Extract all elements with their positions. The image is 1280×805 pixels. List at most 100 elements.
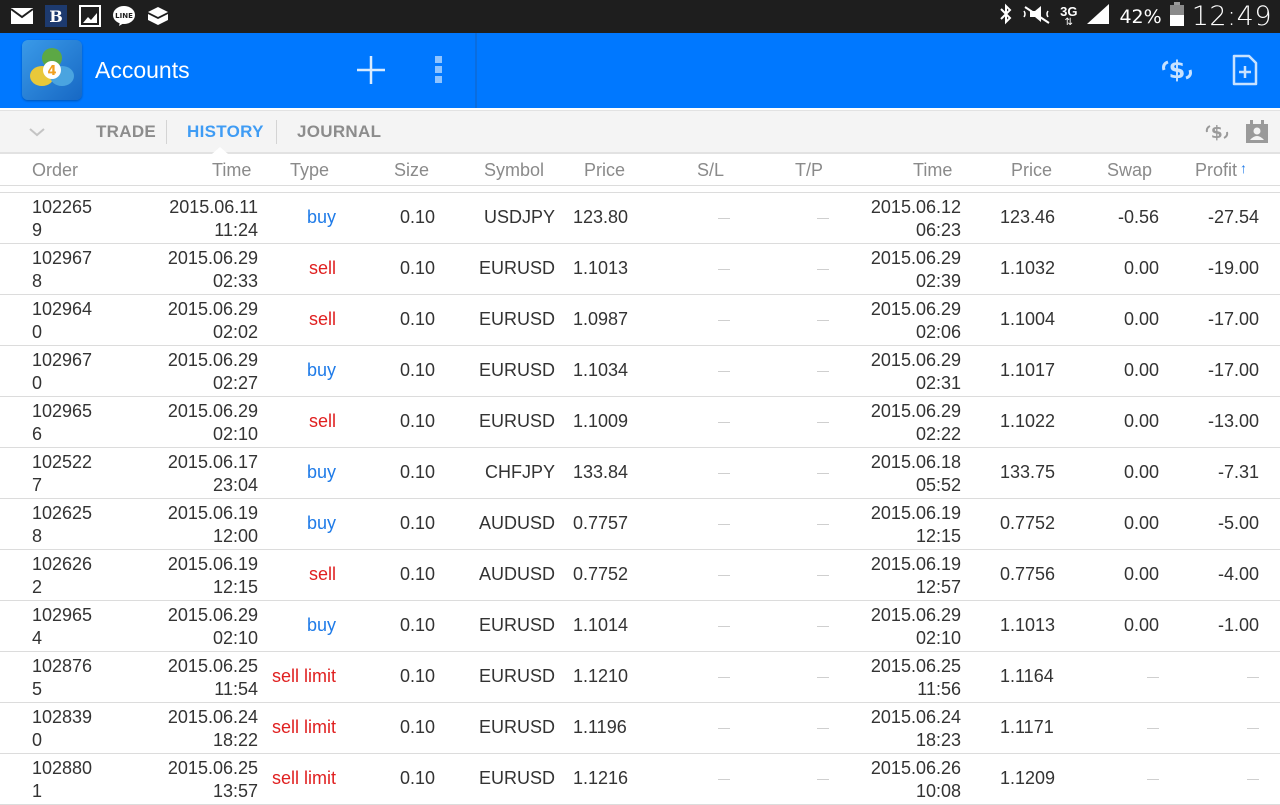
col-profit[interactable]: Profit ↑ bbox=[1195, 160, 1247, 181]
table-row[interactable]: 102965 6 2015.06.29 02:10 sell 0.10 EURU… bbox=[0, 397, 1280, 448]
table-row[interactable]: 102967 0 2015.06.29 02:27 buy 0.10 EURUS… bbox=[0, 346, 1280, 397]
collapse-button[interactable] bbox=[28, 111, 46, 153]
order-number: 102839 bbox=[32, 707, 93, 727]
open-date: 2015.06.29 bbox=[167, 299, 258, 319]
size: 0.10 bbox=[399, 717, 435, 737]
table-row[interactable]: 102626 2 2015.06.19 12:15 sell 0.10 AUDU… bbox=[0, 550, 1280, 601]
action-bar-divider bbox=[475, 33, 477, 108]
tp-empty bbox=[817, 320, 829, 321]
order-number-cont: 2 bbox=[32, 577, 43, 597]
table-row[interactable]: 102880 1 2015.06.25 13:57 sell limit 0.1… bbox=[0, 754, 1280, 805]
profit: -4.00 bbox=[1217, 564, 1259, 584]
col-tp[interactable]: T/P bbox=[795, 160, 823, 181]
symbol: EURUSD bbox=[478, 258, 555, 278]
order-type: buy bbox=[306, 462, 336, 482]
order-number: 102876 bbox=[32, 656, 93, 676]
order-cell: 102965 6 bbox=[32, 400, 92, 446]
table-row[interactable]: 102625 8 2015.06.19 12:00 buy 0.10 AUDUS… bbox=[0, 499, 1280, 550]
tp-empty bbox=[817, 524, 829, 525]
col-size[interactable]: Size bbox=[394, 160, 429, 181]
col-swap[interactable]: Swap bbox=[1107, 160, 1152, 181]
signal-icon bbox=[1085, 3, 1111, 31]
tab-journal[interactable]: JOURNAL bbox=[297, 111, 381, 153]
close-time: 02:22 bbox=[915, 424, 961, 444]
close-time-cell: 2015.06.19 12:15 bbox=[840, 502, 961, 548]
open-price: 0.7752 bbox=[573, 564, 629, 584]
col-order[interactable]: Order bbox=[32, 160, 78, 181]
swap: 0.00 bbox=[1123, 615, 1159, 635]
col-open-price[interactable]: Price bbox=[584, 160, 625, 181]
close-price: 0.7756 bbox=[1000, 564, 1056, 584]
trade-button[interactable]: $ bbox=[1152, 45, 1202, 95]
order-number-cont: 8 bbox=[32, 271, 43, 291]
table-row[interactable]: 102522 7 2015.06.17 23:04 buy 0.10 CHFJP… bbox=[0, 448, 1280, 499]
close-price: 1.1004 bbox=[1000, 309, 1056, 329]
size: 0.10 bbox=[399, 258, 435, 278]
add-document-icon bbox=[1232, 54, 1258, 86]
open-time: 23:04 bbox=[212, 475, 258, 495]
table-row[interactable]: 102967 8 2015.06.29 02:33 sell 0.10 EURU… bbox=[0, 244, 1280, 295]
open-time-cell: 2015.06.29 02:33 bbox=[150, 247, 258, 293]
swap-empty bbox=[1147, 728, 1159, 729]
table-row[interactable]: 102965 4 2015.06.29 02:10 buy 0.10 EURUS… bbox=[0, 601, 1280, 652]
size: 0.10 bbox=[399, 462, 435, 482]
col-open-time[interactable]: Time bbox=[212, 160, 251, 181]
open-time-cell: 2015.06.29 02:10 bbox=[150, 604, 258, 650]
col-sl[interactable]: S/L bbox=[697, 160, 724, 181]
open-time: 11:24 bbox=[214, 220, 258, 240]
tab-separator bbox=[166, 120, 167, 144]
order-type: sell limit bbox=[271, 768, 336, 788]
close-time-cell: 2015.06.26 10:08 bbox=[840, 757, 961, 803]
col-close-time[interactable]: Time bbox=[913, 160, 952, 181]
new-order-button[interactable] bbox=[1220, 45, 1270, 95]
size: 0.10 bbox=[399, 207, 435, 227]
profit bbox=[1170, 754, 1259, 805]
col-profit-label: Profit bbox=[1195, 160, 1238, 180]
sl-empty bbox=[718, 269, 730, 270]
col-symbol[interactable]: Symbol bbox=[484, 160, 544, 181]
close-price: 0.7752 bbox=[1000, 513, 1056, 533]
close-date: 2015.06.19 bbox=[870, 503, 961, 523]
order-number-cont: 0 bbox=[32, 730, 43, 750]
open-date: 2015.06.29 bbox=[167, 605, 258, 625]
table-header: Order Time Type Size Symbol Price S/L T/… bbox=[0, 156, 1280, 186]
overflow-menu-button[interactable] bbox=[414, 45, 464, 95]
open-time: 02:27 bbox=[212, 373, 258, 393]
open-price: 1.1216 bbox=[573, 768, 629, 788]
close-time-cell: 2015.06.19 12:57 bbox=[840, 553, 961, 599]
close-date: 2015.06.25 bbox=[870, 656, 961, 676]
table-row[interactable]: 102964 0 2015.06.29 02:02 sell 0.10 EURU… bbox=[0, 295, 1280, 346]
close-time-cell: 2015.06.29 02:06 bbox=[840, 298, 961, 344]
order-number-cont: 7 bbox=[32, 475, 43, 495]
col-type[interactable]: Type bbox=[290, 160, 329, 181]
open-date: 2015.06.29 bbox=[167, 248, 258, 268]
metatrader4-logo[interactable]: 4 bbox=[22, 40, 82, 100]
size: 0.10 bbox=[399, 360, 435, 380]
col-close-price[interactable]: Price bbox=[1011, 160, 1052, 181]
sl-empty bbox=[718, 473, 730, 474]
symbol: AUDUSD bbox=[478, 513, 555, 533]
open-price: 1.1013 bbox=[573, 258, 629, 278]
report-button[interactable] bbox=[1245, 111, 1269, 153]
table-row[interactable]: 102265 9 2015.06.11 11:24 buy 0.10 USDJP… bbox=[0, 193, 1280, 244]
calendar-contact-icon bbox=[1246, 120, 1268, 143]
open-date: 2015.06.29 bbox=[167, 401, 258, 421]
tp-empty bbox=[817, 422, 829, 423]
swap: 0.00 bbox=[1123, 258, 1159, 278]
order-type: sell limit bbox=[271, 717, 336, 737]
open-date: 2015.06.29 bbox=[167, 350, 258, 370]
table-row[interactable]: 102876 5 2015.06.25 11:54 sell limit 0.1… bbox=[0, 652, 1280, 703]
table-row[interactable]: 102839 0 2015.06.24 18:22 sell limit 0.1… bbox=[0, 703, 1280, 754]
close-time: 02:10 bbox=[915, 628, 961, 648]
swap: 0.00 bbox=[1123, 360, 1159, 380]
tp-empty bbox=[817, 218, 829, 219]
open-time-cell: 2015.06.19 12:15 bbox=[150, 553, 258, 599]
symbol: EURUSD bbox=[478, 309, 555, 329]
status-bar: B LINE 3G ⇅ 42% 12:49 bbox=[0, 0, 1280, 33]
add-account-button[interactable] bbox=[346, 45, 396, 95]
mail-icon bbox=[10, 4, 34, 28]
profit: -19.00 bbox=[1207, 258, 1259, 278]
open-time: 02:33 bbox=[212, 271, 258, 291]
tab-trade[interactable]: TRADE bbox=[96, 111, 156, 153]
trade-shortcut-button[interactable]: $ bbox=[1203, 111, 1231, 153]
